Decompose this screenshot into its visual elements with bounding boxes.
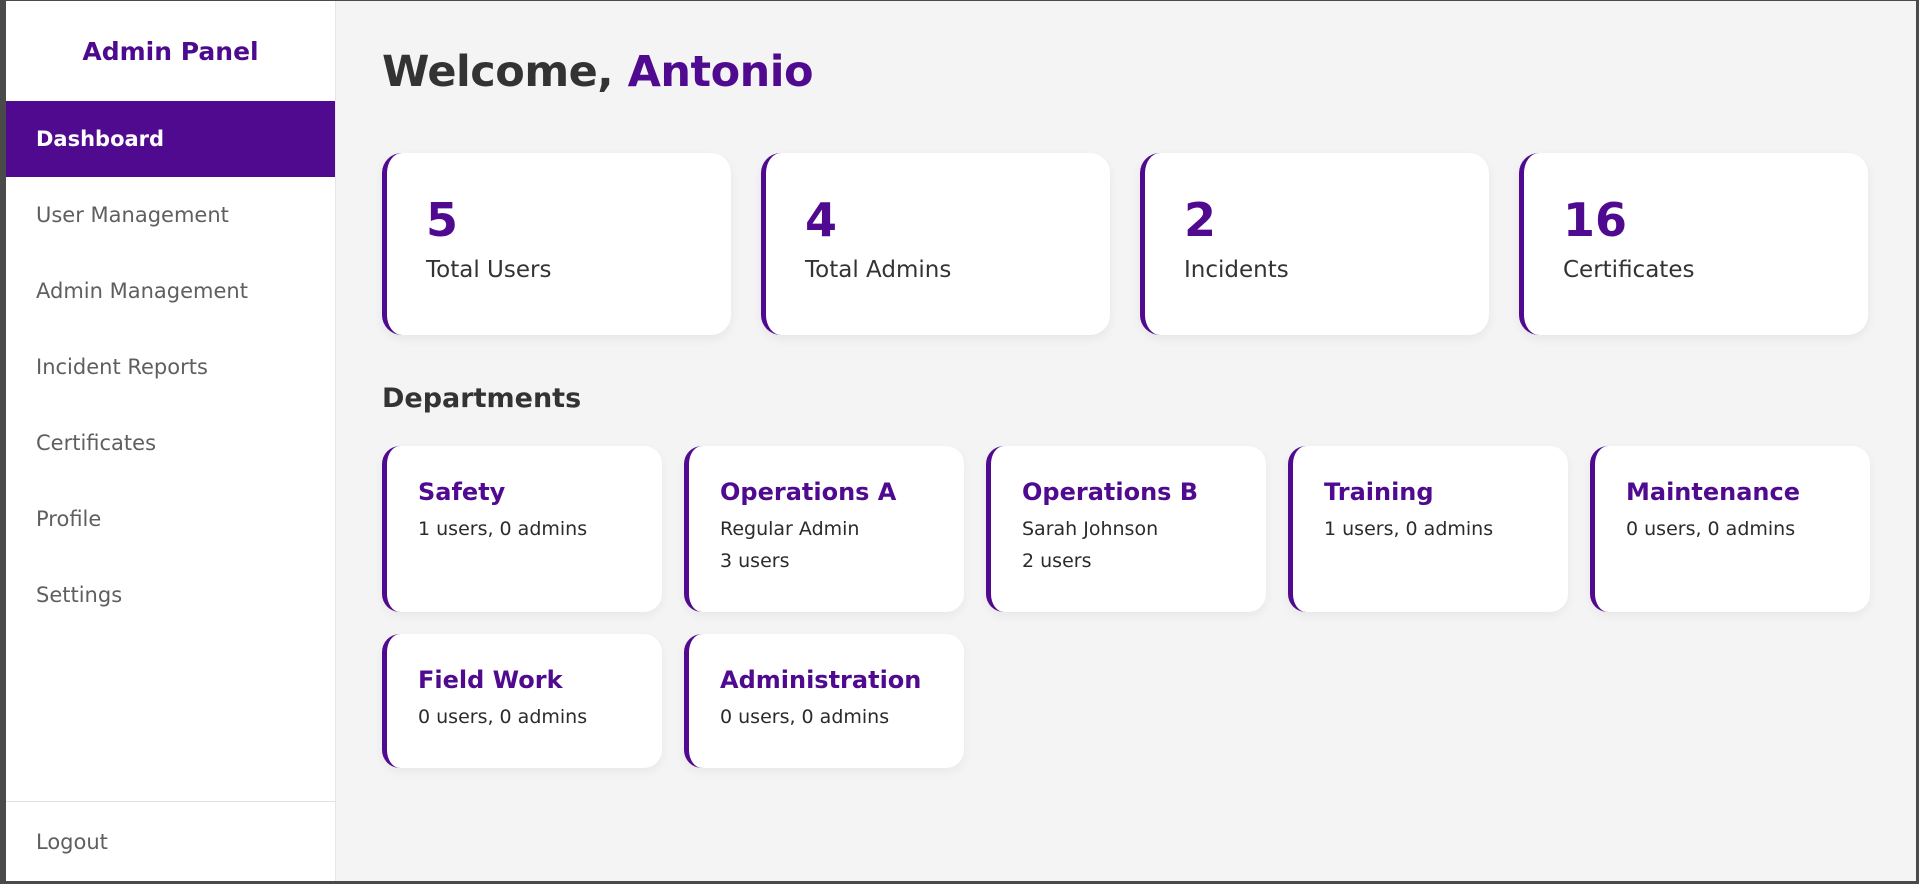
sidebar-nav: Dashboard User Management Admin Manageme… xyxy=(6,101,335,801)
department-name: Safety xyxy=(418,478,506,506)
stats-row: 5 Total Users 4 Total Admins 2 Incidents… xyxy=(382,153,1868,335)
sidebar-item-user-management[interactable]: User Management xyxy=(6,177,335,253)
sidebar-item-admin-management[interactable]: Admin Management xyxy=(6,253,335,329)
sidebar-item-incident-reports[interactable]: Incident Reports xyxy=(6,329,335,405)
stat-label: Certificates xyxy=(1563,257,1695,283)
sidebar-item-profile[interactable]: Profile xyxy=(6,481,335,557)
department-name: Field Work xyxy=(418,666,563,694)
department-summary: 0 users, 0 admins xyxy=(418,706,588,728)
stat-label: Total Users xyxy=(426,257,552,283)
sidebar-item-settings[interactable]: Settings xyxy=(6,557,335,633)
department-card-maintenance[interactable]: Maintenance 0 users, 0 admins xyxy=(1590,446,1870,612)
department-user-count: 3 users xyxy=(720,550,790,572)
department-card-operations-b[interactable]: Operations B Sarah Johnson 2 users xyxy=(986,446,1266,612)
stat-card-certificates: 16 Certificates xyxy=(1519,153,1868,335)
stat-value: 2 xyxy=(1184,193,1217,247)
logout-button[interactable]: Logout xyxy=(6,801,335,881)
stat-value: 16 xyxy=(1563,193,1628,247)
sidebar-item-certificates[interactable]: Certificates xyxy=(6,405,335,481)
app-window: Admin Panel Dashboard User Management Ad… xyxy=(0,0,1919,884)
stat-card-total-users: 5 Total Users xyxy=(382,153,731,335)
department-name: Training xyxy=(1324,478,1434,506)
stat-card-incidents: 2 Incidents xyxy=(1140,153,1489,335)
user-name: Antonio xyxy=(627,47,814,97)
departments-grid: Safety 1 users, 0 admins Operations A Re… xyxy=(382,446,1872,790)
department-summary: 1 users, 0 admins xyxy=(418,518,588,540)
departments-heading: Departments xyxy=(382,383,582,414)
stat-value: 4 xyxy=(805,193,838,247)
department-name: Maintenance xyxy=(1626,478,1801,506)
department-name: Administration xyxy=(720,666,922,694)
sidebar: Admin Panel Dashboard User Management Ad… xyxy=(6,1,336,881)
main-content: Welcome, Antonio 5 Total Users 4 Total A… xyxy=(336,1,1916,881)
department-name: Operations A xyxy=(720,478,897,506)
department-summary: 1 users, 0 admins xyxy=(1324,518,1494,540)
department-admin: Regular Admin xyxy=(720,518,860,540)
department-summary: 0 users, 0 admins xyxy=(1626,518,1796,540)
department-card-field-work[interactable]: Field Work 0 users, 0 admins xyxy=(382,634,662,768)
stat-label: Incidents xyxy=(1184,257,1289,283)
stat-value: 5 xyxy=(426,193,459,247)
department-card-operations-a[interactable]: Operations A Regular Admin 3 users xyxy=(684,446,964,612)
department-summary: 0 users, 0 admins xyxy=(720,706,890,728)
sidebar-item-dashboard[interactable]: Dashboard xyxy=(6,101,335,177)
department-card-safety[interactable]: Safety 1 users, 0 admins xyxy=(382,446,662,612)
page-title: Welcome, Antonio xyxy=(382,47,814,97)
stat-card-total-admins: 4 Total Admins xyxy=(761,153,1110,335)
department-name: Operations B xyxy=(1022,478,1199,506)
brand-title: Admin Panel xyxy=(82,36,259,66)
stat-label: Total Admins xyxy=(805,257,952,283)
department-card-training[interactable]: Training 1 users, 0 admins xyxy=(1288,446,1568,612)
welcome-prefix: Welcome, xyxy=(382,47,614,97)
department-card-administration[interactable]: Administration 0 users, 0 admins xyxy=(684,634,964,768)
department-user-count: 2 users xyxy=(1022,550,1092,572)
department-admin: Sarah Johnson xyxy=(1022,518,1159,540)
